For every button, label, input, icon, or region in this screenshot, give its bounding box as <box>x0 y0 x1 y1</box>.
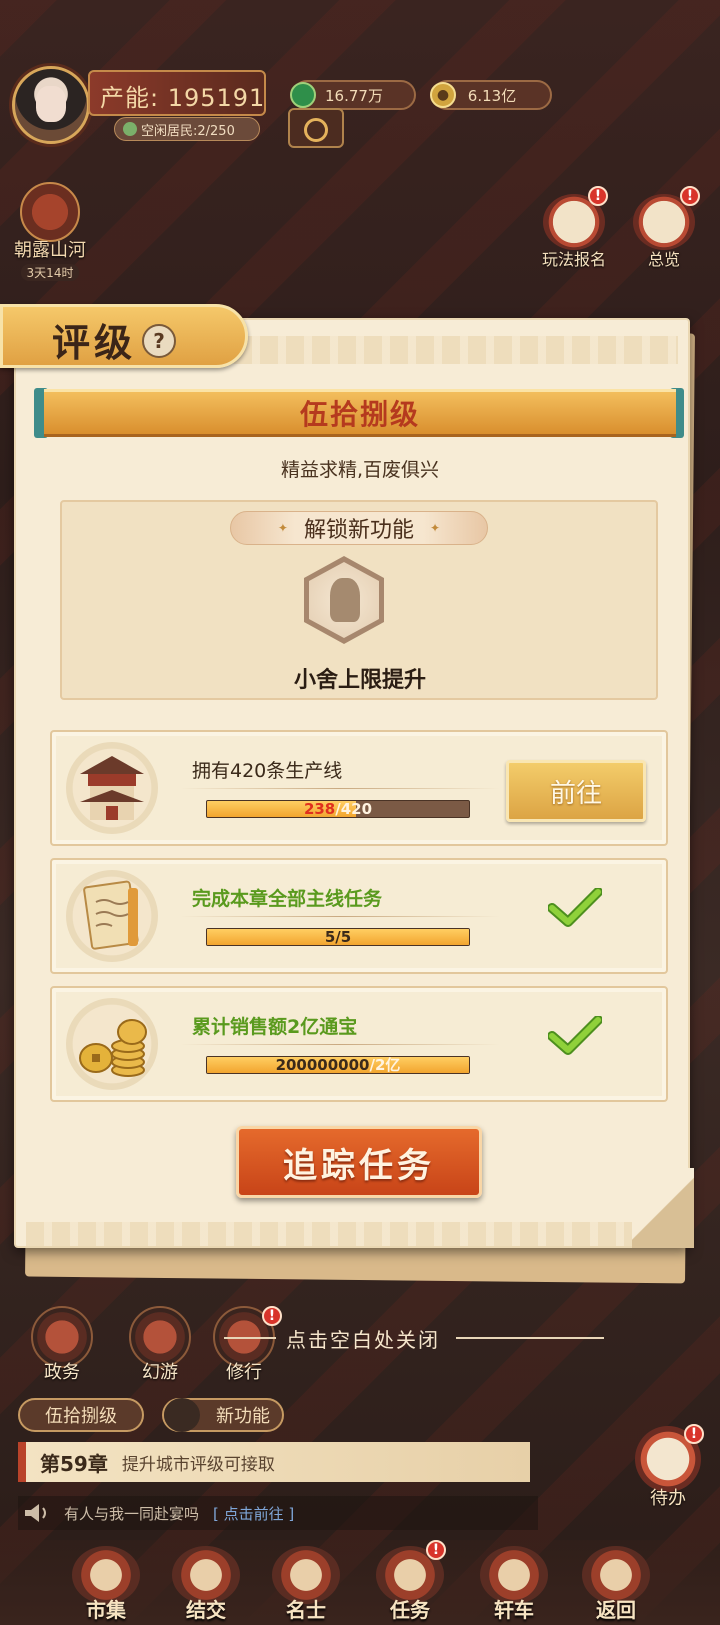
cultivate-badge: ! <box>262 1306 282 1326</box>
chapter-desc: 提升城市评级可接取 <box>121 1454 275 1475</box>
check-icon <box>548 888 602 927</box>
track-task-button[interactable]: 追踪任务 <box>236 1126 482 1198</box>
idle-residents[interactable]: 空闲居民:2/250 <box>114 117 260 141</box>
nav-celebrities[interactable]: 名士 <box>256 1546 356 1623</box>
chat-message: 有人与我一同赴宴吗 <box>64 1504 200 1523</box>
event-timer: 3天14时 <box>20 264 80 281</box>
task-label: 拥有420条生产线 <box>192 760 343 782</box>
nav-label: 结交 <box>186 1598 226 1622</box>
unlock-title: 解锁新功能 <box>303 518 414 543</box>
cultivate-label: 修行 <box>226 1362 262 1383</box>
speaker-icon <box>25 1504 46 1522</box>
signup-button[interactable]: 玩法报名 <box>532 194 616 270</box>
wander-label: 幻游 <box>142 1362 178 1383</box>
scroll-doc-icon <box>66 870 158 962</box>
nav-label: 返回 <box>596 1598 636 1622</box>
coins-icon <box>66 998 158 1090</box>
unlock-feature: 小舍上限提升 <box>293 668 426 693</box>
nav-label: 任务 <box>390 1598 430 1622</box>
nav-tasks[interactable]: 任务 <box>360 1546 460 1623</box>
nav-label: 市集 <box>86 1598 126 1622</box>
panel-pattern-bottom <box>26 1222 678 1246</box>
go-button[interactable]: 前往 <box>506 760 646 822</box>
progress-text: 238/420 <box>206 800 470 818</box>
chat-link[interactable]: [ 点击前往 ] <box>213 1503 294 1524</box>
chapter-quest[interactable]: 第59章 提升城市评级可接取 <box>18 1442 530 1482</box>
overview-badge: ! <box>680 186 700 206</box>
idle-residents-text: 空闲居民:2/250 <box>141 123 235 139</box>
level-scroll: 伍拾捌级 <box>44 389 676 437</box>
page-curl <box>632 1168 694 1248</box>
level-name: 伍拾捌级 <box>299 398 420 431</box>
currency-2-value: 6.13亿 <box>467 86 517 105</box>
event-title: 朝露山河 <box>14 240 86 261</box>
gold-coin-icon: ● <box>430 82 456 108</box>
politics-button[interactable]: 政务 <box>24 1306 100 1384</box>
progress-current: 5 <box>324 928 336 946</box>
overview-label: 总览 <box>647 250 680 269</box>
currency-1-value: 16.77万 <box>325 86 383 105</box>
nav-back[interactable]: 返回 <box>566 1546 666 1623</box>
help-icon[interactable]: ? <box>142 324 176 358</box>
progress-total: /5 <box>335 928 352 946</box>
level-motto: 精益求精,百废俱兴 <box>280 459 440 481</box>
worker-icon <box>330 578 360 622</box>
level-tag[interactable]: 伍拾捌级 <box>18 1398 144 1432</box>
building-icon <box>66 742 158 834</box>
resident-icon <box>123 122 137 136</box>
progress-current: 200000000 <box>275 1056 370 1074</box>
progress-text: 200000000/2亿 <box>206 1056 470 1074</box>
power-value: 产能: 195191 <box>100 84 266 112</box>
nav-market[interactable]: 市集 <box>56 1546 156 1623</box>
progress-current: 238 <box>303 800 336 818</box>
politics-label: 政务 <box>44 1362 80 1383</box>
event-button[interactable]: 朝露山河 3天14时 <box>8 182 92 282</box>
tasks-badge: ! <box>426 1540 446 1560</box>
signup-badge: ! <box>588 186 608 206</box>
close-hint-line-right <box>456 1337 604 1339</box>
copper-coin-icon <box>290 82 316 108</box>
close-hint[interactable]: 点击空白处关闭 <box>286 1324 440 1353</box>
todo-label: 待办 <box>650 1488 686 1509</box>
event-icon <box>20 182 80 242</box>
nav-friends[interactable]: 结交 <box>156 1546 256 1623</box>
close-hint-line-left <box>224 1337 276 1339</box>
star-icon: ✦ <box>277 521 288 535</box>
divider <box>180 916 500 917</box>
wander-button[interactable]: 幻游 <box>122 1306 198 1384</box>
todo-badge: ! <box>684 1424 704 1444</box>
chapter-number: 第59章 <box>40 1451 108 1476</box>
task-label: 累计销售额2亿通宝 <box>192 1016 358 1038</box>
signup-label: 玩法报名 <box>541 250 606 269</box>
avatar-face <box>36 86 66 122</box>
chat-bar[interactable]: 有人与我一同赴宴吗 [ 点击前往 ] <box>18 1496 538 1530</box>
nav-label: 轩车 <box>494 1598 534 1622</box>
cart-wheel-icon <box>304 118 328 142</box>
progress-total: /2亿 <box>369 1056 401 1074</box>
progress-text: 5/5 <box>206 928 470 946</box>
divider <box>180 1044 500 1045</box>
star-icon: ✦ <box>430 521 441 535</box>
check-icon <box>548 1016 602 1055</box>
task-label: 完成本章全部主线任务 <box>192 888 383 910</box>
new-feature-icon <box>164 1398 200 1432</box>
unlock-title-pill: ✦ 解锁新功能 ✦ <box>230 511 488 545</box>
panel-title: 评级 <box>52 321 137 365</box>
progress-total: /420 <box>335 800 373 818</box>
divider <box>180 788 500 789</box>
nav-label: 名士 <box>286 1598 326 1622</box>
nav-carriage[interactable]: 轩车 <box>464 1546 564 1623</box>
